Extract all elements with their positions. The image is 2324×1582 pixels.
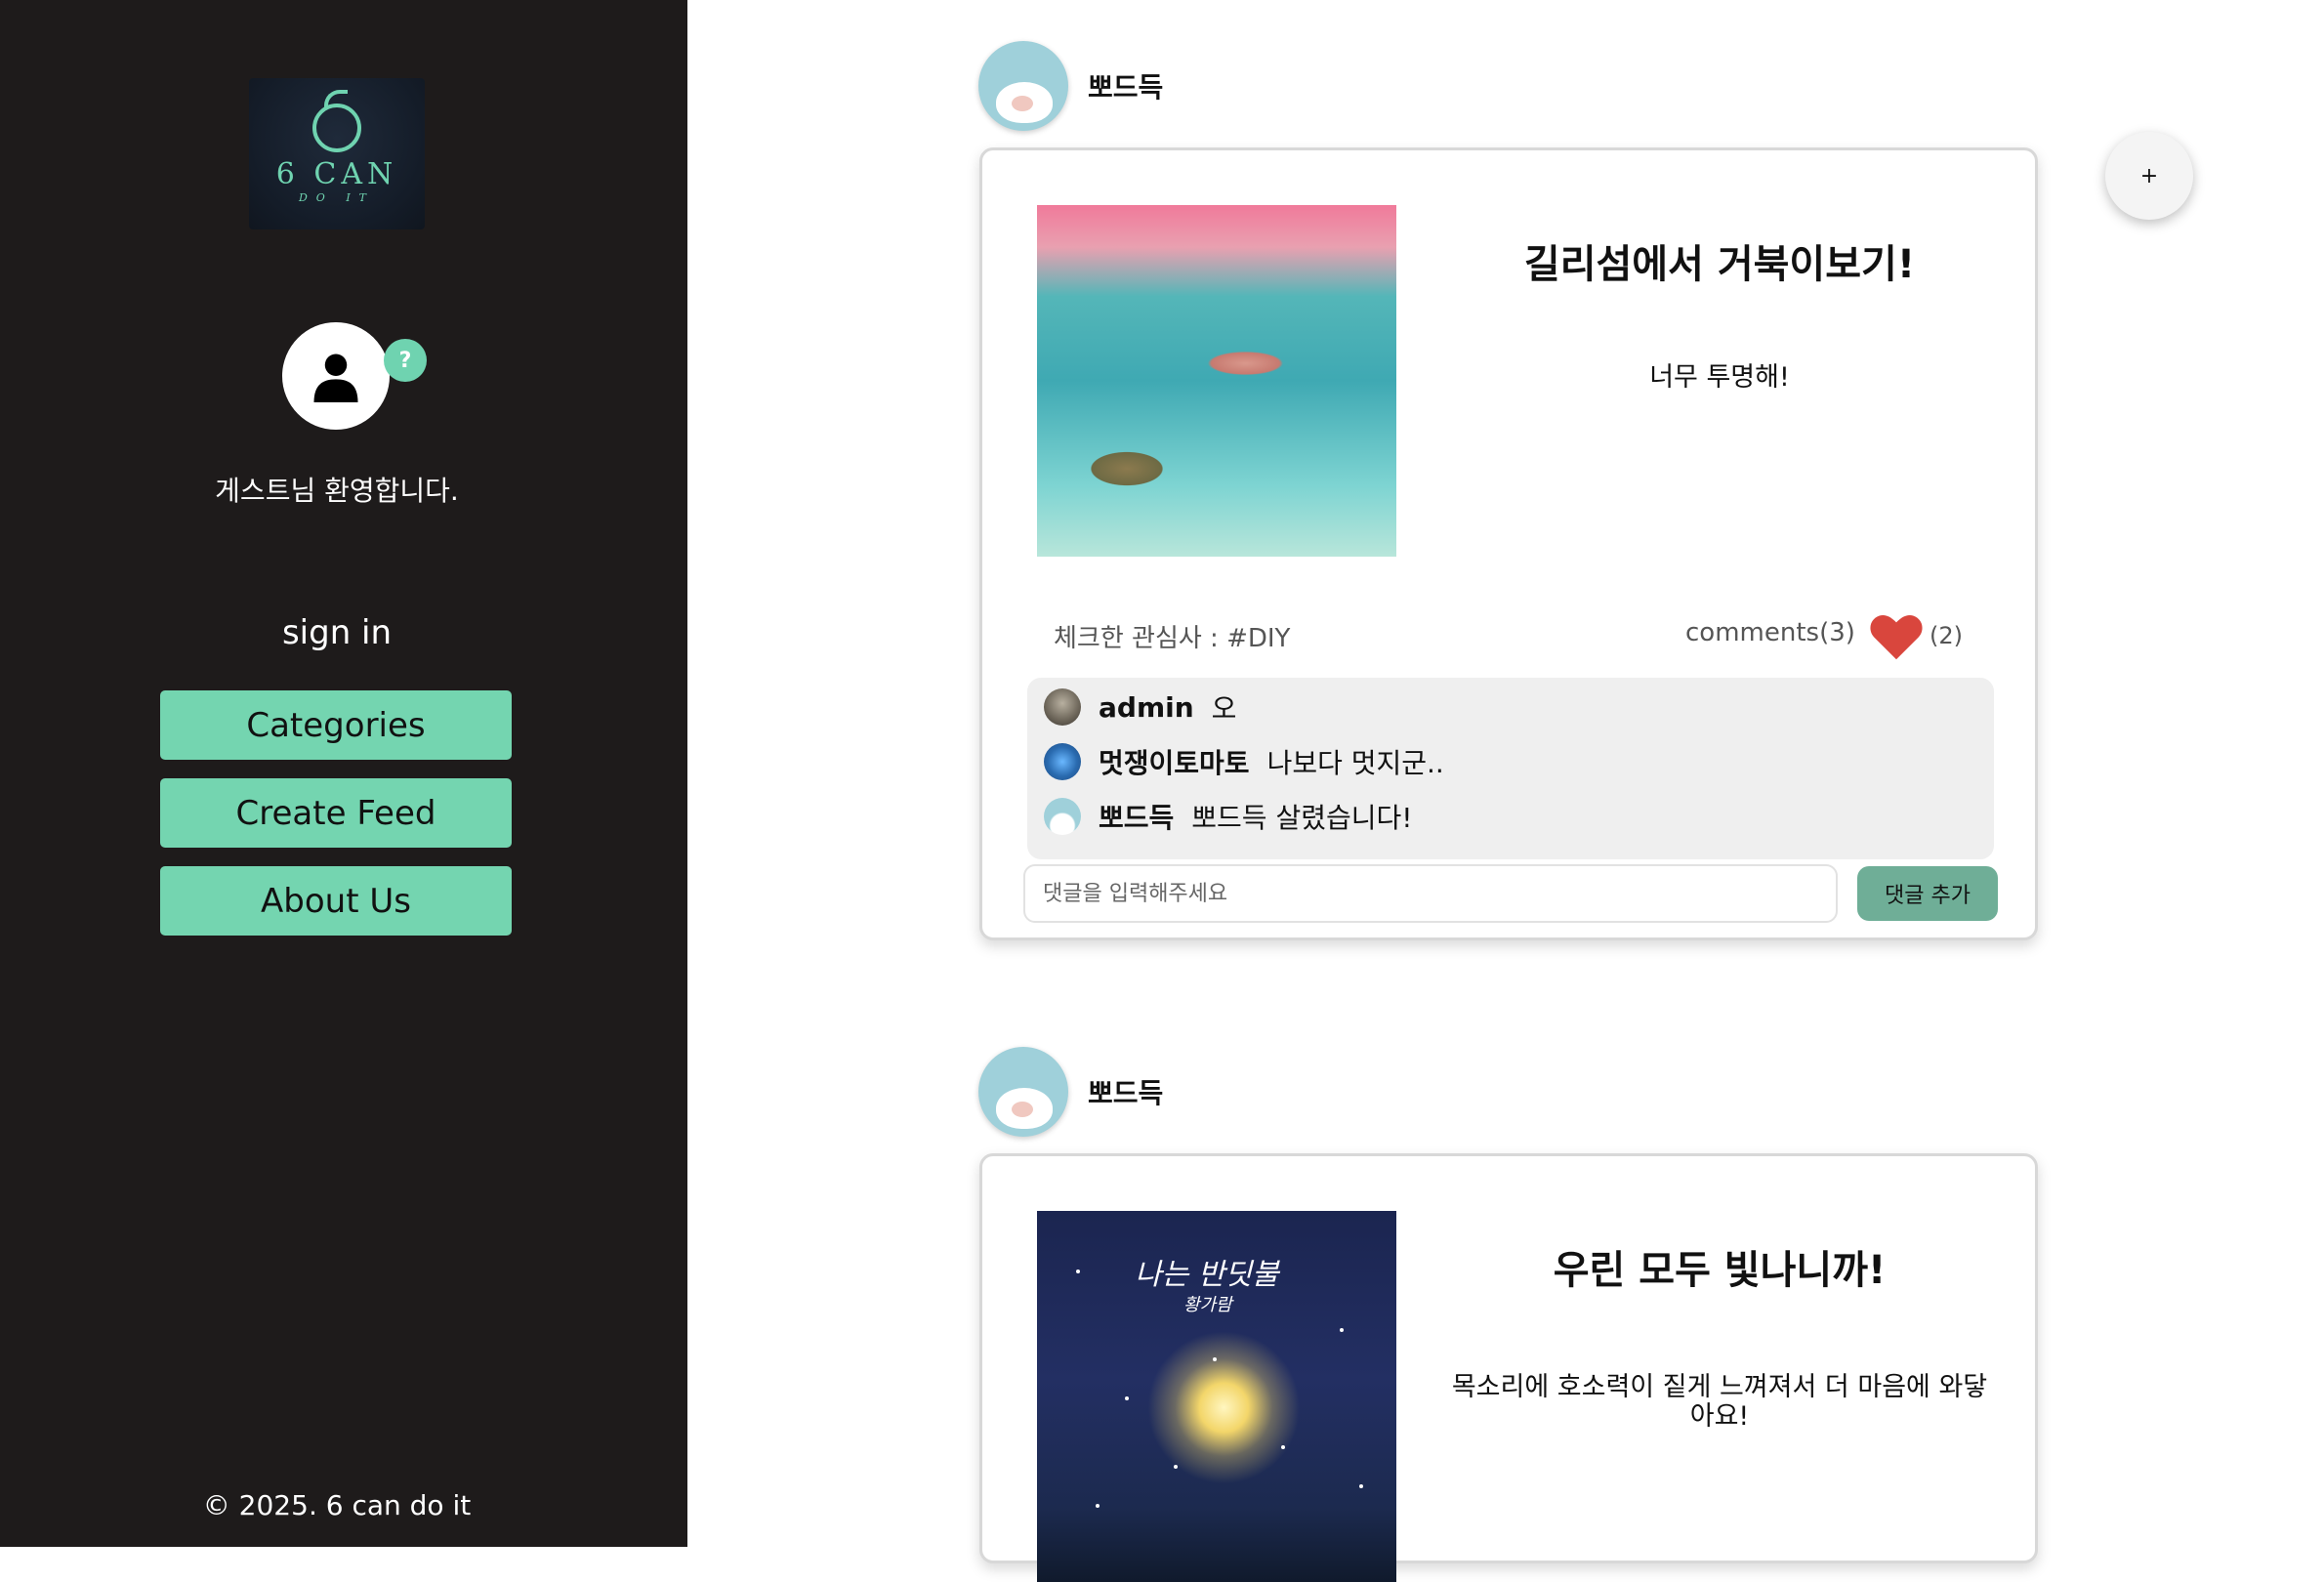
- author-avatar: [978, 41, 1068, 131]
- feed-image[interactable]: 나는 반딧불 황가람: [1037, 1211, 1396, 1582]
- comment-list: admin 오 멋쟁이토마토 나보다 멋지군.. 뽀드득 뽀드득 살렸습니다!: [1027, 678, 1994, 859]
- commenter-name: 뽀드득: [1099, 797, 1174, 836]
- comment-input[interactable]: [1023, 864, 1838, 923]
- signin-link[interactable]: sign in: [0, 613, 674, 652]
- create-feed-button[interactable]: Create Feed: [160, 778, 512, 848]
- feed-author[interactable]: 뽀드득: [978, 41, 1163, 131]
- feed-body: 목소리에 호소력이 짙게 느껴져서 더 마음에 와닿아요!: [1441, 1373, 1998, 1431]
- logo-text: 6 CAN: [276, 160, 398, 189]
- comment-text: 오: [1212, 687, 1237, 727]
- add-feed-button[interactable]: +: [2105, 132, 2193, 220]
- sidebar: 6 CAN DO IT ? 게스트님 환영합니다. sign in Catego…: [0, 0, 687, 1547]
- comments-count[interactable]: comments(3): [1685, 618, 1855, 647]
- feed-author[interactable]: 뽀드득: [978, 1047, 1163, 1137]
- feed-title: 우린 모두 빛나니까!: [1441, 1238, 1998, 1295]
- comment-text: 뽀드득 살렸습니다!: [1191, 797, 1412, 836]
- about-us-button[interactable]: About Us: [160, 866, 512, 936]
- feed-card: 나는 반딧불 황가람 우린 모두 빛나니까! 목소리에 호소력이 짙게 느껴져서…: [979, 1153, 2038, 1563]
- comment-item: 멋쟁이토마토 나보다 멋지군..: [1044, 742, 1444, 781]
- welcome-text: 게스트님 환영합니다.: [0, 470, 674, 509]
- user-avatar[interactable]: [282, 322, 390, 430]
- add-comment-button[interactable]: 댓글 추가: [1857, 866, 1998, 921]
- comment-item: admin 오: [1044, 687, 1236, 727]
- author-name: 뽀드득: [1088, 1072, 1163, 1111]
- logo-ring-icon: [312, 104, 361, 152]
- help-badge[interactable]: ?: [384, 339, 427, 382]
- app-logo[interactable]: 6 CAN DO IT: [249, 78, 425, 229]
- logo-subtext: DO IT: [299, 191, 375, 204]
- feed-title: 길리섬에서 거북이보기!: [1441, 232, 1998, 289]
- like-count: (2): [1930, 622, 1963, 649]
- author-name: 뽀드득: [1088, 66, 1163, 105]
- author-avatar: [978, 1047, 1068, 1137]
- image-subcaption: 황가람: [1183, 1291, 1232, 1316]
- heart-icon[interactable]: [1869, 612, 1924, 661]
- interest-tags: 체크한 관심사 : #DIY: [1054, 618, 1290, 654]
- commenter-name: 멋쟁이토마토: [1099, 742, 1250, 781]
- feed-card: 길리섬에서 거북이보기! 너무 투명해! 체크한 관심사 : #DIY comm…: [979, 147, 2038, 940]
- feed-body: 너무 투명해!: [1441, 363, 1998, 393]
- comment-item: 뽀드득 뽀드득 살렸습니다!: [1044, 797, 1413, 836]
- commenter-name: admin: [1099, 691, 1194, 724]
- commenter-avatar: [1044, 743, 1081, 780]
- person-icon: [310, 350, 362, 402]
- comment-text: 나보다 멋지군..: [1267, 742, 1444, 781]
- commenter-avatar: [1044, 798, 1081, 835]
- footer-copyright: © 2025. 6 can do it: [0, 1489, 674, 1521]
- feed-image[interactable]: [1037, 205, 1396, 557]
- categories-button[interactable]: Categories: [160, 690, 512, 760]
- commenter-avatar: [1044, 688, 1081, 726]
- image-caption: 나는 반딧불: [1135, 1250, 1279, 1293]
